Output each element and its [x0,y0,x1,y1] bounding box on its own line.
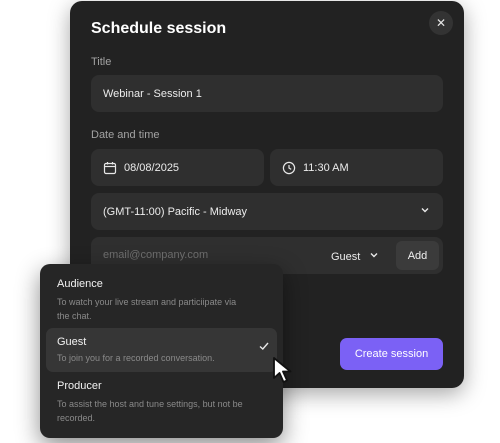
create-session-button[interactable]: Create session [340,338,443,370]
role-dropdown-menu: Audience To watch your live stream and p… [40,264,283,438]
time-value: 11:30 AM [303,161,349,174]
datetime-label: Date and time [91,129,160,141]
clock-icon [282,161,296,175]
close-button[interactable]: ✕ [429,11,453,35]
chevron-down-icon [368,249,380,264]
option-description: To watch your live stream and particiipa… [57,297,237,321]
role-option-audience[interactable]: Audience To watch your live stream and p… [46,272,277,330]
stage: Schedule session ✕ Title Webinar - Sessi… [0,0,500,443]
chevron-down-icon [419,204,431,219]
modal-title: Schedule session [91,20,227,37]
option-description: To join you for a recorded conversation. [57,353,215,363]
mouse-pointer-icon [271,356,301,386]
option-title: Guest [57,336,87,348]
role-select[interactable]: Guest [331,249,380,264]
time-picker[interactable]: 11:30 AM [270,149,443,186]
calendar-icon [103,161,117,175]
close-icon: ✕ [435,16,447,30]
email-input[interactable]: email@company.com [103,249,208,261]
date-value: 08/08/2025 [124,161,180,174]
title-label: Title [91,56,112,68]
role-value: Guest [331,250,361,263]
option-title: Producer [57,380,102,392]
add-button[interactable]: Add [396,241,439,270]
role-option-guest[interactable]: Guest To join you for a recorded convers… [46,328,277,372]
option-title: Audience [57,278,103,290]
option-description: To assist the host and tune settings, bu… [57,399,243,423]
role-option-producer[interactable]: Producer To assist the host and tune set… [46,374,277,432]
title-input[interactable]: Webinar - Session 1 [91,75,443,112]
timezone-value: (GMT-11:00) Pacific - Midway [103,205,248,218]
timezone-select[interactable]: (GMT-11:00) Pacific - Midway [91,193,443,230]
check-icon [258,339,270,351]
title-value: Webinar - Session 1 [103,87,202,100]
date-picker[interactable]: 08/08/2025 [91,149,264,186]
